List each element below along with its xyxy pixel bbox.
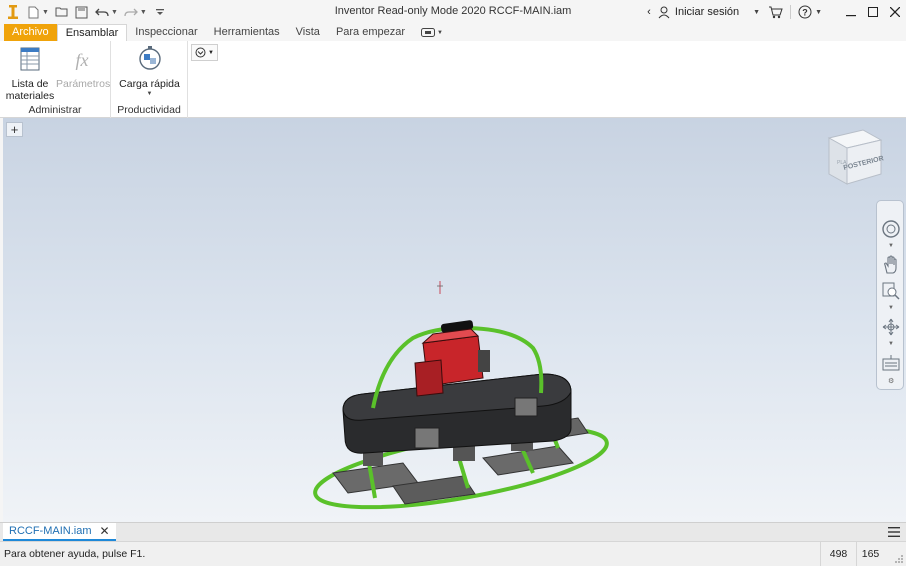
chevron-left-icon[interactable]: ‹ xyxy=(642,0,656,24)
status-bar: Para obtener ayuda, pulse F1. 498 165 xyxy=(0,541,906,566)
svg-text:?: ? xyxy=(802,8,808,18)
svg-text:PLA: PLA xyxy=(837,160,847,166)
ribbon-panel: Lista de materiales fx Parámetros Admini… xyxy=(0,41,906,118)
maximize-button[interactable] xyxy=(862,0,884,24)
parameters-button[interactable]: fx Parámetros xyxy=(56,45,111,90)
bill-of-materials-icon xyxy=(20,47,40,71)
open-folder-icon[interactable] xyxy=(55,5,69,19)
chevron-down-icon[interactable]: ▼ xyxy=(815,9,822,16)
chevron-down-icon[interactable]: ▼ xyxy=(888,341,894,347)
select-mode-icon xyxy=(195,47,206,58)
parameters-label: Parámetros xyxy=(56,78,111,90)
panel-title-productividad: Productividad xyxy=(117,104,181,116)
inventor-logo-icon[interactable] xyxy=(6,5,20,19)
quick-load-label: Carga rápida xyxy=(119,78,180,90)
undo-icon[interactable] xyxy=(95,5,109,19)
help-status-text: Para obtener ayuda, pulse F1. xyxy=(4,548,146,560)
document-tab[interactable]: RCCF-MAIN.iam ✕ xyxy=(3,523,116,541)
minimize-button[interactable] xyxy=(840,0,862,24)
resize-grip-icon[interactable] xyxy=(894,554,904,564)
tab-para-empezar[interactable]: Para empezar xyxy=(328,24,413,41)
sign-in-link[interactable]: Iniciar sesión xyxy=(675,6,739,18)
steering-wheel-icon[interactable] xyxy=(881,219,901,239)
chevron-down-icon[interactable]: ▼ xyxy=(753,9,760,16)
close-window-button[interactable] xyxy=(884,0,906,24)
graphics-viewport[interactable]: + POSTERIOR PLA ▼ ▼ ▼ ⚙ xyxy=(3,118,906,522)
settings-dot-icon[interactable]: ⚙ xyxy=(888,377,894,385)
panel-administrar: Lista de materiales fx Parámetros Admini… xyxy=(0,41,111,118)
look-at-icon[interactable] xyxy=(881,353,901,373)
panel-toggle-icon xyxy=(421,28,436,37)
zoom-icon[interactable] xyxy=(881,281,901,301)
customize-toolbar-icon[interactable] xyxy=(153,5,167,19)
orbit-icon[interactable] xyxy=(881,317,901,337)
navigation-bar: ▼ ▼ ▼ ⚙ xyxy=(876,200,904,390)
divider xyxy=(790,5,792,19)
chevron-down-icon[interactable]: ▼ xyxy=(140,9,147,16)
quick-access-toolbar: ▼ ▼ ▼ xyxy=(0,0,167,24)
save-icon[interactable] xyxy=(75,5,89,19)
tab-herramientas[interactable]: Herramientas xyxy=(206,24,288,41)
chevron-down-icon: ▼ xyxy=(208,49,214,56)
cart-icon[interactable] xyxy=(768,4,784,20)
close-icon[interactable]: ✕ xyxy=(100,524,110,538)
tab-options-dropdown[interactable]: ▼ xyxy=(413,24,451,41)
title-bar: ▼ ▼ ▼ Inventor Read-only Mode 2020 RCCF-… xyxy=(0,0,906,24)
document-tab-bar: RCCF-MAIN.iam ✕ xyxy=(0,522,906,541)
chevron-down-icon[interactable]: ▼ xyxy=(888,305,894,311)
panel-productividad: Carga rápida ▼ Productividad xyxy=(111,41,188,118)
chevron-down-icon[interactable]: ▼ xyxy=(42,9,49,16)
new-file-icon[interactable] xyxy=(26,5,40,19)
tab-vista[interactable]: Vista xyxy=(288,24,328,41)
svg-text:fx: fx xyxy=(76,50,89,70)
assembly-model[interactable] xyxy=(303,278,623,518)
panel-title-administrar: Administrar xyxy=(28,104,82,116)
status-value-2: 165 xyxy=(856,542,884,566)
chevron-down-icon[interactable]: ▼ xyxy=(111,9,118,16)
expand-browser-button[interactable]: + xyxy=(6,122,23,137)
viewcube[interactable]: POSTERIOR PLA xyxy=(819,124,889,190)
tab-inspeccionar[interactable]: Inspeccionar xyxy=(127,24,205,41)
fx-icon: fx xyxy=(76,50,89,70)
chevron-down-icon[interactable]: ▼ xyxy=(888,243,894,249)
tab-archivo[interactable]: Archivo xyxy=(4,24,57,41)
chevron-down-icon: ▼ xyxy=(146,91,153,97)
quick-load-icon xyxy=(138,46,161,70)
tab-ensamblar[interactable]: Ensamblar xyxy=(56,24,128,41)
redo-icon[interactable] xyxy=(124,5,138,19)
status-value-1: 498 xyxy=(820,542,856,566)
pan-hand-icon[interactable] xyxy=(881,255,901,275)
user-icon[interactable] xyxy=(656,4,672,20)
bom-button[interactable]: Lista de materiales xyxy=(4,45,56,102)
help-icon[interactable]: ? xyxy=(797,4,813,20)
panel-dropdown-button[interactable]: ▼ xyxy=(191,44,218,61)
bom-label: Lista de materiales xyxy=(5,78,55,102)
chevron-down-icon: ▼ xyxy=(437,29,443,36)
document-tab-label: RCCF-MAIN.iam xyxy=(9,525,92,537)
title-right-controls: ‹ Iniciar sesión ▼ ? ▼ xyxy=(642,0,906,24)
ribbon-tabs: Archivo Ensamblar Inspeccionar Herramien… xyxy=(0,24,906,41)
quick-load-button[interactable]: Carga rápida ▼ xyxy=(115,45,184,98)
hamburger-menu-icon[interactable] xyxy=(888,526,900,538)
